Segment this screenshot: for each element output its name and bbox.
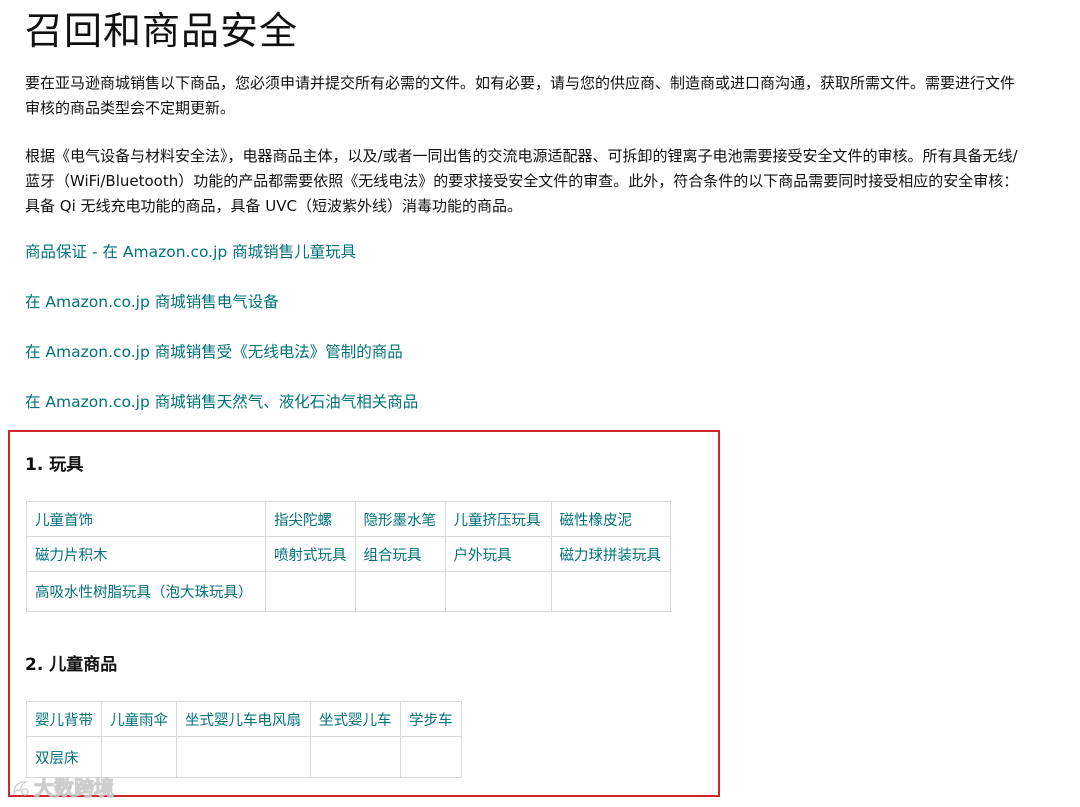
page-title: 召回和商品安全 [25, 9, 299, 53]
category-link[interactable]: 坐式婴儿车电风扇 [185, 713, 301, 729]
kids-category-table: 婴儿背带 儿童雨伞 坐式婴儿车电风扇 坐式婴儿车 学步车 双层床 [26, 701, 462, 778]
table-cell[interactable]: 坐式婴儿车电风扇 [176, 701, 311, 737]
category-link[interactable]: 组合玩具 [364, 548, 422, 564]
table-cell[interactable]: 坐式婴儿车 [310, 701, 401, 737]
link-gas-products[interactable]: 在 Amazon.co.jp 商城销售天然气、液化石油气相关商品 [25, 391, 418, 413]
category-link[interactable]: 儿童首饰 [35, 513, 93, 529]
category-link[interactable]: 磁力球拼装玩具 [560, 548, 662, 564]
table-row: 儿童首饰 指尖陀螺 隐形墨水笔 儿童挤压玩具 磁性橡皮泥 [26, 501, 671, 537]
empty-cell [444, 571, 552, 612]
category-link[interactable]: 学步车 [409, 713, 453, 729]
empty-cell [310, 736, 401, 778]
empty-cell [400, 736, 462, 778]
brand-logo-icon [10, 777, 32, 799]
table-cell[interactable]: 喷射式玩具 [265, 536, 356, 572]
empty-cell [550, 571, 671, 612]
category-link[interactable]: 户外玩具 [454, 548, 512, 564]
watermark: 大数跨境 [10, 772, 115, 801]
table-cell[interactable]: 学步车 [400, 701, 462, 737]
watermark-text: 大数跨境 [34, 776, 115, 801]
category-link[interactable]: 磁力片积木 [35, 548, 108, 564]
table-row: 磁力片积木 喷射式玩具 组合玩具 户外玩具 磁力球拼装玩具 [26, 536, 671, 572]
table-cell[interactable]: 户外玩具 [444, 536, 552, 572]
table-cell[interactable]: 指尖陀螺 [265, 501, 356, 537]
link-radio-law-products[interactable]: 在 Amazon.co.jp 商城销售受《无线电法》管制的商品 [25, 341, 403, 363]
empty-cell [265, 571, 356, 612]
category-link[interactable]: 坐式婴儿车 [319, 713, 392, 729]
table-row: 高吸水性树脂玩具（泡大珠玩具） [26, 571, 671, 612]
table-cell[interactable]: 组合玩具 [354, 536, 446, 572]
table-cell[interactable]: 儿童雨伞 [101, 701, 177, 737]
category-link[interactable]: 婴儿背带 [35, 713, 93, 729]
category-link[interactable]: 磁性橡皮泥 [560, 513, 633, 529]
table-cell[interactable]: 儿童首饰 [26, 501, 266, 537]
table-cell[interactable]: 磁力片积木 [26, 536, 266, 572]
intro-paragraph: 要在亚马逊商城销售以下商品，您必须申请并提交所有必需的文件。如有必要，请与您的供… [25, 74, 1016, 117]
section-heading-kids: 2. 儿童商品 [25, 655, 118, 675]
category-link[interactable]: 双层床 [35, 751, 79, 767]
category-link[interactable]: 隐形墨水笔 [364, 513, 437, 529]
link-kids-toys[interactable]: 商品保证 - 在 Amazon.co.jp 商城销售儿童玩具 [25, 241, 356, 263]
table-cell[interactable]: 高吸水性树脂玩具（泡大珠玩具） [26, 571, 266, 612]
link-electrical-equipment[interactable]: 在 Amazon.co.jp 商城销售电气设备 [25, 291, 279, 313]
category-link[interactable]: 喷射式玩具 [274, 548, 347, 564]
table-row: 婴儿背带 儿童雨伞 坐式婴儿车电风扇 坐式婴儿车 学步车 [26, 701, 462, 737]
table-cell[interactable]: 婴儿背带 [26, 701, 102, 737]
table-cell[interactable]: 隐形墨水笔 [354, 501, 446, 537]
section-heading-toys: 1. 玩具 [25, 455, 84, 475]
page-root: 召回和商品安全 要在亚马逊商城销售以下商品，您必须申请并提交所有必需的文件。如有… [0, 0, 1080, 807]
safety-law-paragraph: 根据《电气设备与材料安全法》，电器商品主体，以及/或者一同出售的交流电源适配器、… [25, 147, 1019, 215]
category-link[interactable]: 指尖陀螺 [274, 513, 332, 529]
table-cell[interactable]: 儿童挤压玩具 [444, 501, 552, 537]
table-cell[interactable]: 磁力球拼装玩具 [550, 536, 671, 572]
table-cell[interactable]: 磁性橡皮泥 [550, 501, 671, 537]
toys-category-table: 儿童首饰 指尖陀螺 隐形墨水笔 儿童挤压玩具 磁性橡皮泥 磁力片积木 喷射式玩具… [26, 501, 671, 612]
category-link[interactable]: 高吸水性树脂玩具（泡大珠玩具） [35, 585, 253, 601]
empty-cell [176, 736, 311, 778]
category-link[interactable]: 儿童雨伞 [110, 713, 168, 729]
category-link[interactable]: 儿童挤压玩具 [454, 513, 541, 529]
empty-cell [354, 571, 446, 612]
